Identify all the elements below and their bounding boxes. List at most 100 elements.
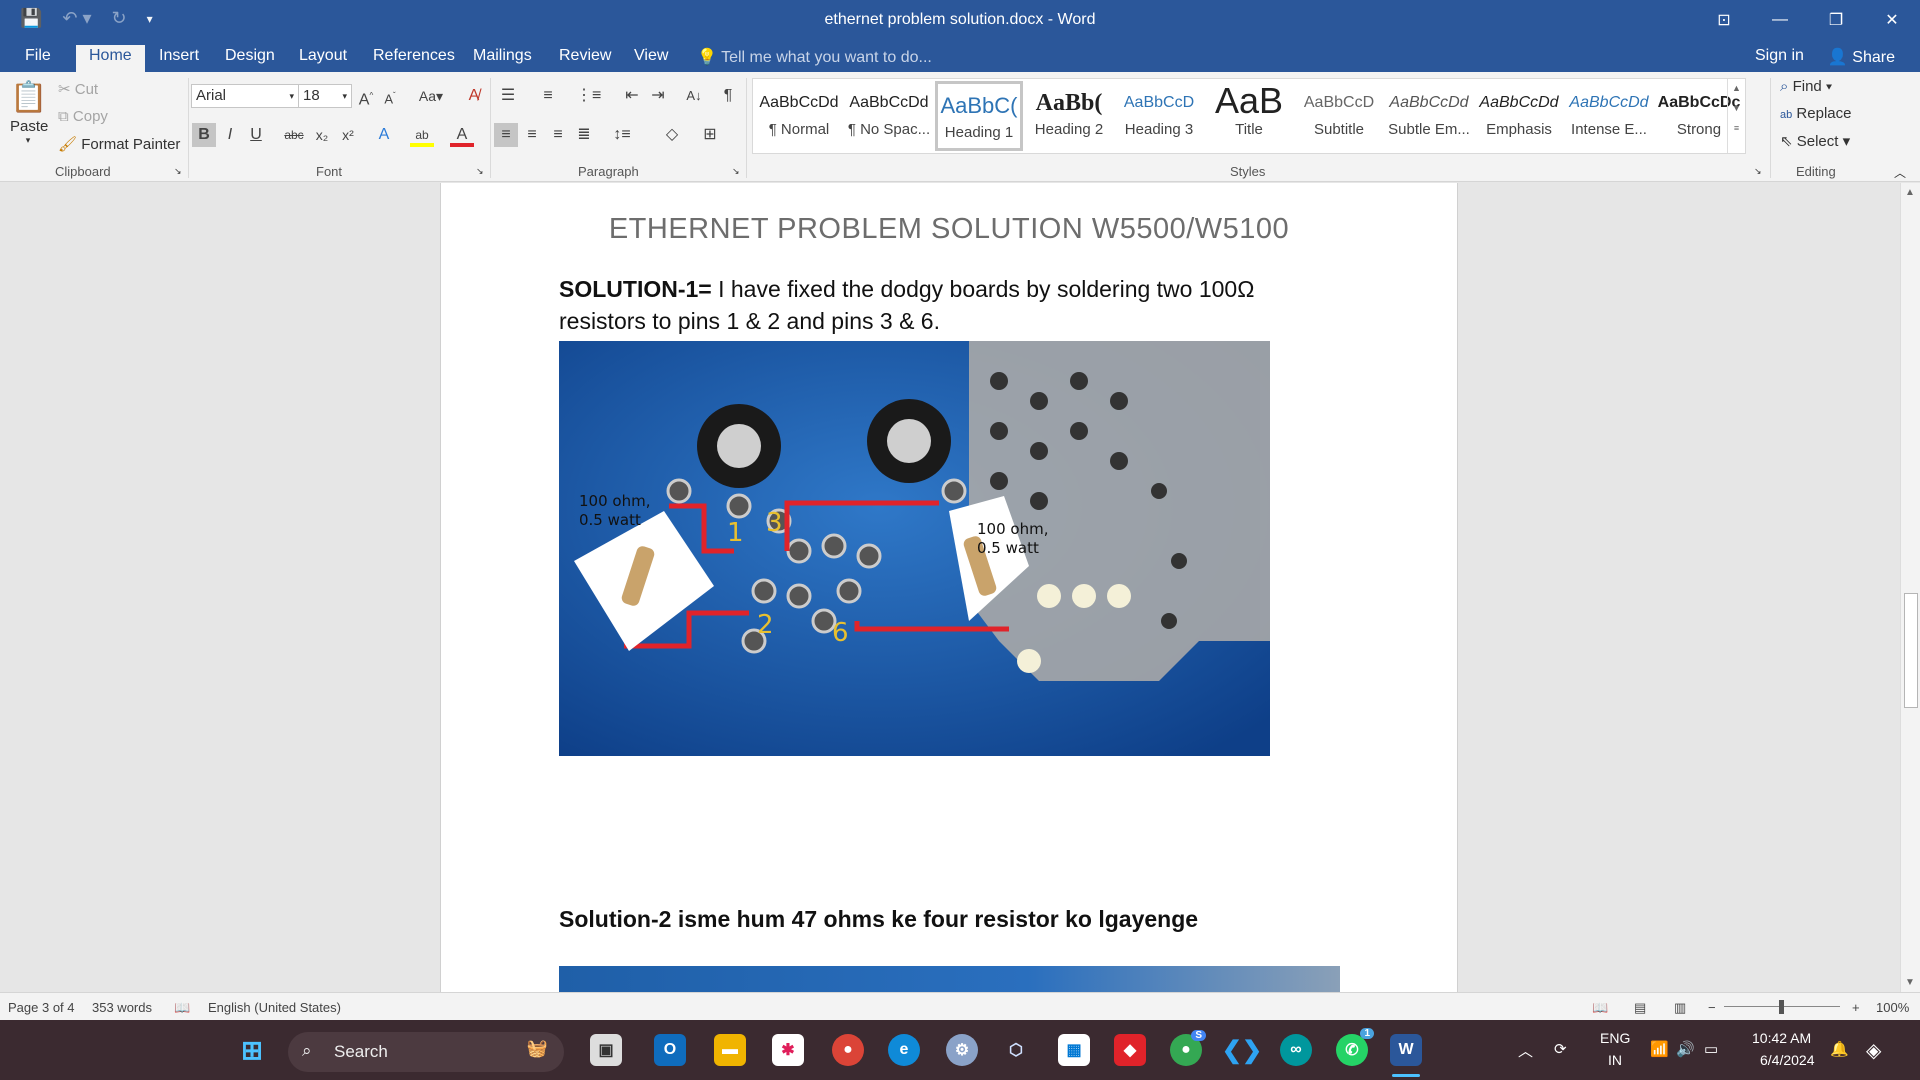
zoom-level[interactable]: 100% xyxy=(1876,1000,1909,1015)
clock-time[interactable]: 10:42 AM xyxy=(1752,1030,1811,1046)
multilevel-list-icon[interactable]: ⋮≡ xyxy=(576,84,601,108)
sign-in-link[interactable]: Sign in xyxy=(1755,47,1804,67)
print-layout-icon[interactable]: ▤ xyxy=(1634,1000,1646,1016)
tab-references[interactable]: References xyxy=(360,45,468,72)
tab-design[interactable]: Design xyxy=(212,45,288,72)
borders-icon[interactable]: ⊞ xyxy=(698,123,722,147)
vertical-scrollbar[interactable]: ▲ ▼ xyxy=(1900,183,1920,992)
whatsapp-icon[interactable]: ✆ 1 xyxy=(1336,1028,1374,1066)
tab-home[interactable]: Home xyxy=(76,45,145,72)
style-subtle-emphasis[interactable]: AaBbCcDd Subtle Em... xyxy=(1385,81,1473,151)
find-button[interactable]: ⌕ Find ▾ xyxy=(1780,78,1832,95)
outlook-icon[interactable]: O xyxy=(654,1034,686,1066)
input-region[interactable]: IN xyxy=(1608,1052,1622,1068)
style-emphasis[interactable]: AaBbCcDd Emphasis xyxy=(1475,81,1563,151)
change-case-icon[interactable]: Aa▾ xyxy=(414,84,448,108)
web-layout-icon[interactable]: ▥ xyxy=(1674,1000,1686,1016)
font-launcher-icon[interactable]: ↘ xyxy=(476,166,484,177)
arduino-icon[interactable]: ∞ xyxy=(1280,1034,1312,1066)
style-no-spacing[interactable]: AaBbCcDd ¶ No Spac... xyxy=(845,81,933,151)
select-button[interactable]: ⇖ Select ▾ xyxy=(1780,132,1850,150)
align-center-icon[interactable]: ≡ xyxy=(520,123,544,147)
increase-indent-icon[interactable]: ⇥ xyxy=(646,84,670,108)
virtualbox-icon[interactable]: ⬡ xyxy=(1000,1034,1032,1066)
scroll-thumb[interactable] xyxy=(1904,593,1918,708)
style-subtitle[interactable]: AaBbCcD Subtitle xyxy=(1295,81,1383,151)
pcb-photo[interactable]: 100 ohm, 0.5 watt 100 ohm, 0.5 watt 1 3 2 … xyxy=(559,341,1270,756)
align-right-icon[interactable]: ≡ xyxy=(546,123,570,147)
paragraph-launcher-icon[interactable]: ↘ xyxy=(732,166,740,177)
highlight-icon[interactable]: ab xyxy=(410,123,434,147)
sync-icon[interactable]: ⟳ xyxy=(1554,1040,1567,1058)
clear-formatting-icon[interactable]: A̸ xyxy=(462,84,486,108)
store-icon[interactable]: ▦ xyxy=(1058,1034,1090,1066)
pilcrow-icon[interactable]: ¶ xyxy=(716,84,740,108)
page-indicator[interactable]: Page 3 of 4 xyxy=(8,1000,75,1015)
zoom-slider-thumb[interactable] xyxy=(1779,1000,1784,1014)
settings-icon[interactable]: ⚙ xyxy=(946,1034,978,1066)
numbering-icon[interactable]: ≡ xyxy=(536,84,560,108)
scroll-up-icon[interactable]: ▲ xyxy=(1905,187,1915,198)
clipboard-launcher-icon[interactable]: ↘ xyxy=(174,166,182,177)
language-indicator[interactable]: English (United States) xyxy=(208,1000,341,1015)
minimize-icon[interactable]: — xyxy=(1752,0,1808,40)
bullets-icon[interactable]: ☰ xyxy=(496,84,520,108)
bold-icon[interactable]: B xyxy=(192,123,216,147)
italic-icon[interactable]: I xyxy=(218,123,242,147)
tab-insert[interactable]: Insert xyxy=(146,45,212,72)
shading-icon[interactable]: ◇ xyxy=(660,123,684,147)
read-mode-icon[interactable]: 📖 xyxy=(1592,1000,1608,1016)
chrome-icon[interactable]: ● xyxy=(832,1034,864,1066)
chrome-profile-icon[interactable]: ● S xyxy=(1170,1030,1206,1066)
pcb-photo-2[interactable] xyxy=(559,966,1340,992)
edge-icon[interactable]: e xyxy=(888,1034,920,1066)
tab-view[interactable]: View xyxy=(621,45,681,72)
share-button[interactable]: 👤 Share xyxy=(1828,47,1895,67)
paragraph-solution-1[interactable]: SOLUTION-1= I have fixed the dodgy board… xyxy=(559,273,1319,337)
style-heading-2[interactable]: AaBb(Heading 2 xyxy=(1025,81,1113,151)
tab-review[interactable]: Review xyxy=(546,45,624,72)
tab-layout[interactable]: Layout xyxy=(286,45,360,72)
battery-icon[interactable]: ▭ xyxy=(1704,1040,1718,1058)
paragraph-solution-2[interactable]: Solution-2 isme hum 47 ohms ke four resi… xyxy=(559,906,1198,933)
file-explorer-icon[interactable]: ▬ xyxy=(714,1034,746,1066)
copilot-icon[interactable]: ◈ xyxy=(1866,1038,1881,1063)
close-icon[interactable]: ✕ xyxy=(1864,0,1920,40)
replace-button[interactable]: ab Replace xyxy=(1780,105,1851,122)
zoom-in-icon[interactable]: + xyxy=(1852,1000,1860,1015)
input-language[interactable]: ENG xyxy=(1600,1030,1630,1046)
notification-bell-icon[interactable]: 🔔 xyxy=(1830,1040,1849,1058)
vscode-icon[interactable]: ❮❯ xyxy=(1222,1034,1262,1066)
sort-icon[interactable]: A↓ xyxy=(682,84,706,108)
style-heading-3[interactable]: AaBbCcD Heading 3 xyxy=(1115,81,1203,151)
taskbar-search[interactable]: ⌕ Search 🧺 xyxy=(288,1032,564,1072)
ribbon-display-icon[interactable]: ⊡ xyxy=(1696,0,1752,40)
slack-icon[interactable]: ✱ xyxy=(772,1034,804,1066)
gallery-scroll[interactable]: ▲ ▼ ≡ xyxy=(1727,79,1745,153)
anydesk-icon[interactable]: ◆ xyxy=(1114,1034,1146,1066)
tell-me-box[interactable]: 💡 Tell me what you want to do... xyxy=(697,47,932,67)
underline-icon[interactable]: U xyxy=(244,123,268,147)
word-count[interactable]: 353 words xyxy=(92,1000,152,1015)
shrink-font-icon[interactable]: Aˇ xyxy=(378,84,402,108)
scroll-down-icon[interactable]: ▼ xyxy=(1905,977,1915,988)
align-left-icon[interactable]: ≡ xyxy=(494,123,518,147)
document-page[interactable]: ETHERNET PROBLEM SOLUTION W5500/W5100 SO… xyxy=(440,183,1458,992)
font-color-icon[interactable]: A xyxy=(450,123,474,147)
decrease-indent-icon[interactable]: ⇤ xyxy=(620,84,644,108)
task-view-icon[interactable]: ▣ xyxy=(590,1034,622,1066)
clock-date[interactable]: 6/4/2024 xyxy=(1760,1052,1815,1068)
cut-button[interactable]: ✂ Cut xyxy=(58,80,98,98)
superscript-icon[interactable]: x² xyxy=(336,123,360,147)
show-hidden-icons-icon[interactable]: ︿ xyxy=(1518,1040,1533,1061)
collapse-ribbon-icon[interactable]: ︿ xyxy=(1894,164,1906,181)
font-size-combo[interactable]: 18 ▾ xyxy=(298,84,352,108)
proofing-icon[interactable]: 📖 xyxy=(174,1000,190,1016)
copy-button[interactable]: ⧉ Copy xyxy=(58,108,108,125)
strikethrough-icon[interactable]: abc xyxy=(282,123,306,147)
tab-file[interactable]: File xyxy=(12,45,64,72)
justify-icon[interactable]: ≣ xyxy=(572,123,596,147)
paste-button[interactable]: 📋 Paste ▾ xyxy=(10,78,48,146)
style-normal[interactable]: AaBbCcDd ¶ Normal xyxy=(755,81,843,151)
volume-icon[interactable]: 🔊 xyxy=(1676,1040,1695,1058)
